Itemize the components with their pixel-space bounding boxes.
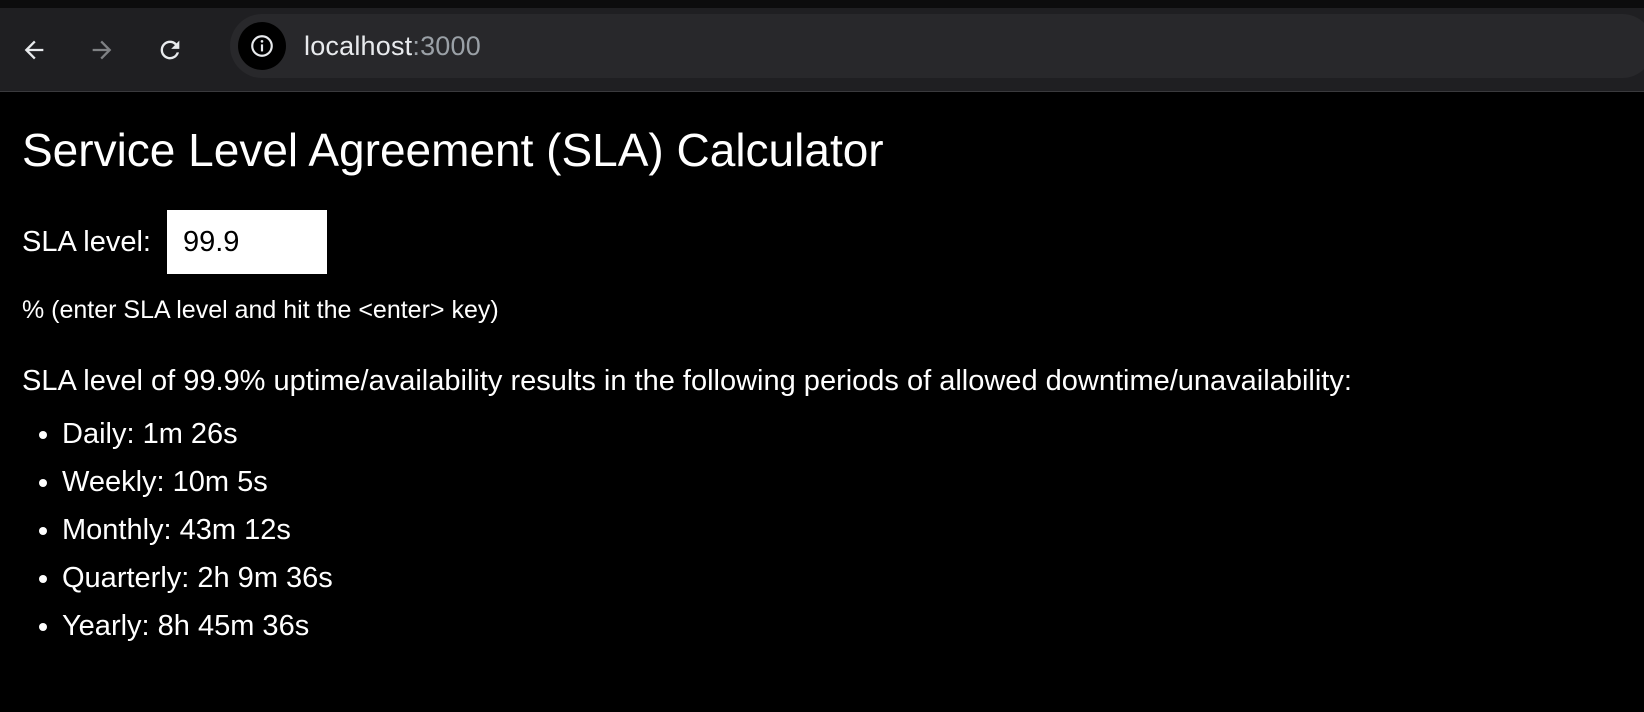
back-button[interactable] <box>12 28 56 72</box>
browser-toolbar: localhost:3000 <box>0 0 1644 92</box>
period-weekly: Weekly: 10m 5s <box>62 466 1644 514</box>
forward-arrow-icon <box>92 40 112 59</box>
address-bar[interactable]: localhost:3000 <box>230 14 1644 78</box>
forward-button[interactable] <box>80 28 124 72</box>
back-arrow-icon <box>24 40 44 59</box>
result-text: SLA level of 99.9% uptime/availability r… <box>22 365 1352 397</box>
page-title: Service Level Agreement (SLA) Calculator <box>22 124 884 176</box>
reload-button[interactable] <box>148 28 192 72</box>
period-monthly: Monthly: 43m 12s <box>62 514 1644 562</box>
url-host: localhost <box>304 30 413 61</box>
sla-level-label: SLA level: <box>22 225 151 258</box>
period-quarterly: Quarterly: 2h 9m 36s <box>62 562 1644 610</box>
info-icon <box>251 35 273 57</box>
period-daily: Daily: 1m 26s <box>62 418 1644 466</box>
site-info-button[interactable] <box>238 22 286 70</box>
downtime-list: Daily: 1m 26s Weekly: 10m 5s Monthly: 43… <box>22 418 1644 658</box>
reload-icon <box>160 40 180 59</box>
period-yearly: Yearly: 8h 45m 36s <box>62 610 1644 658</box>
url-port: :3000 <box>412 30 481 61</box>
sla-input-row: SLA level: <box>22 210 1644 274</box>
url-text[interactable]: localhost:3000 <box>304 31 481 62</box>
sla-hint: % (enter SLA level and hit the <enter> k… <box>22 296 499 324</box>
sla-level-input[interactable] <box>166 210 327 274</box>
page-content: Service Level Agreement (SLA) Calculator… <box>0 92 1644 658</box>
